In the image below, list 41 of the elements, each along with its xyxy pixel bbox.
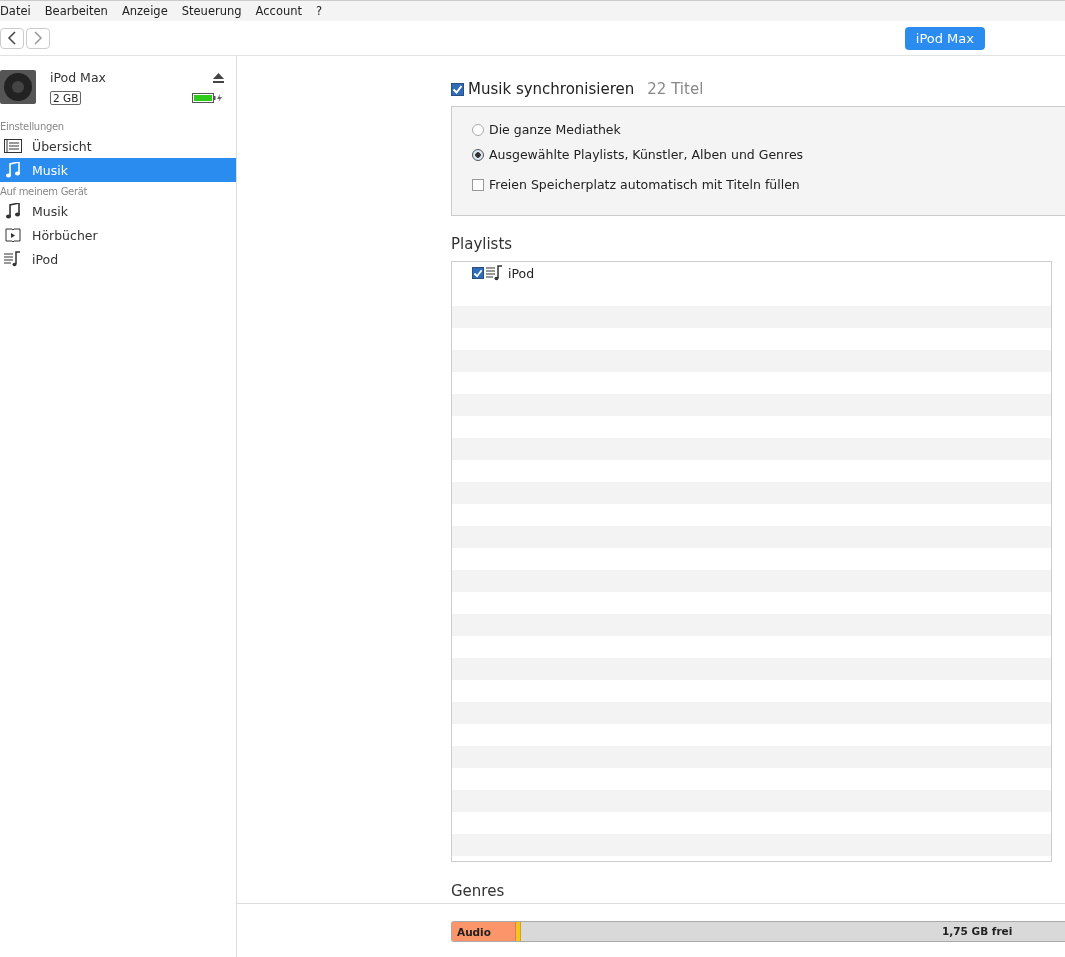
menu-item[interactable]: ? [309,4,330,18]
option-label: Die ganze Mediathek [489,122,621,137]
chevron-right-icon [33,31,43,45]
track-count: 22 Titel [647,80,704,98]
music-note-icon [4,162,22,178]
checkbox[interactable] [472,178,484,191]
menu-item[interactable]: Bearbeiten [37,4,115,18]
option-label: Freien Speicherplatz automatisch mit Titeln füllen [489,177,800,192]
radio-button[interactable] [472,148,484,161]
eject-icon[interactable] [213,72,224,83]
back-button[interactable] [0,27,24,49]
sidebar-item[interactable]: iPod [0,247,236,271]
sidebar-item[interactable]: Übersicht [0,134,236,158]
menu-item[interactable]: Account [248,4,309,18]
section-header: Einstellungen [0,121,65,132]
menu-item[interactable]: Steuerung [174,4,249,18]
option-label: Ausgewählte Playlists, Künstler, Alben und Genres [489,147,804,162]
capacity-badge: 2 GB [50,91,82,105]
book-icon [4,227,22,243]
checkbox[interactable] [472,267,484,279]
section-header: Auf meinem Gerät [0,186,89,197]
section-title: Genres [451,882,506,900]
menu-item[interactable]: Anzeige [114,4,175,18]
ipod-icon [0,70,36,104]
list-icon [4,139,22,153]
playlist-icon [486,265,504,281]
music-note-icon [4,203,22,219]
radio-button[interactable] [472,123,484,136]
sync-label: Musik synchronisieren [468,80,635,98]
playlist-icon [4,251,22,267]
storage-segment: Audio [452,922,517,941]
free-space-label: 1,75 GB frei [942,925,1013,937]
battery-icon [192,93,224,103]
playlist-name[interactable]: iPod [508,265,535,281]
sidebar-item[interactable]: Hörbücher [0,223,236,247]
menu-item[interactable]: Datei [0,4,38,18]
section-title: Playlists [451,235,514,253]
device-name: iPod Max [50,70,106,85]
sync-checkbox[interactable] [451,82,464,96]
chevron-left-icon [7,31,17,45]
sidebar-item[interactable]: Musik [0,199,236,223]
